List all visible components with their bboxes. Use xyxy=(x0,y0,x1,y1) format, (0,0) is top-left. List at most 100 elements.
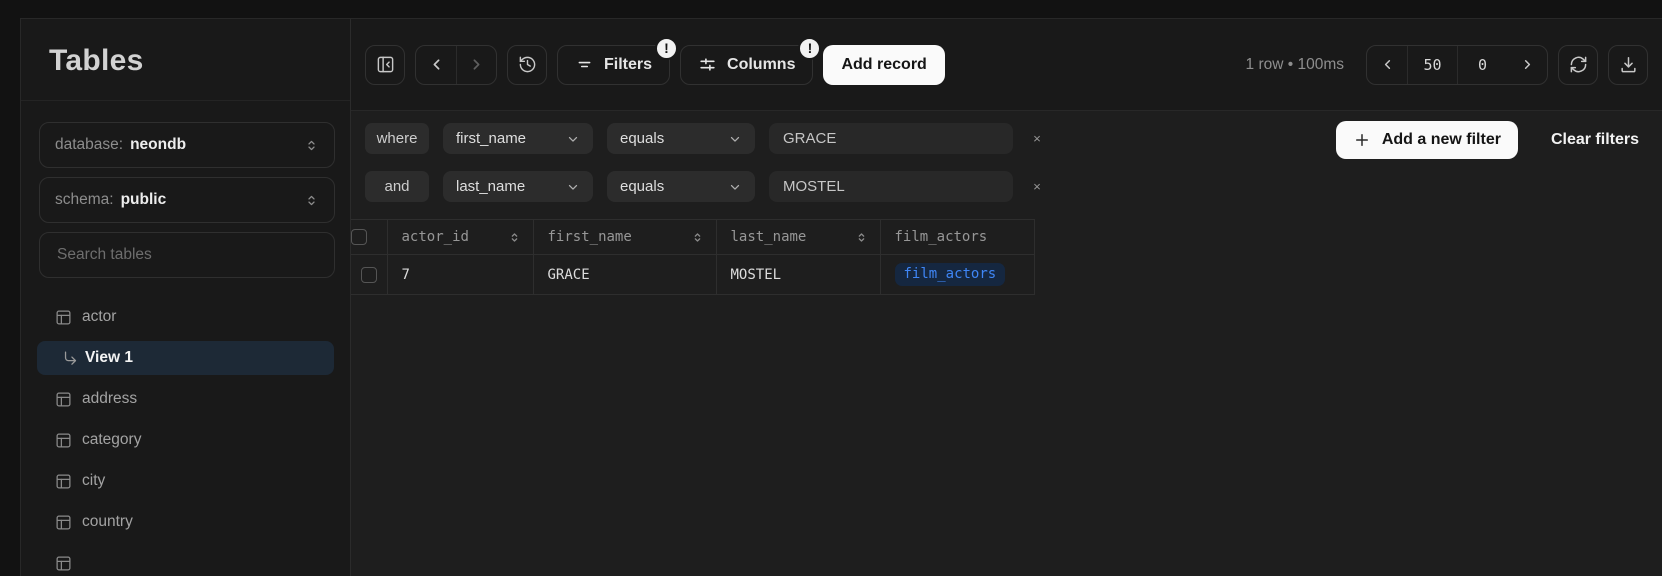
sliders-icon xyxy=(698,55,717,74)
corner-down-right-icon xyxy=(62,350,79,367)
add-record-button[interactable]: Add record xyxy=(823,45,944,85)
search-tables-box xyxy=(39,232,335,278)
page-size-field[interactable]: 50 xyxy=(1407,46,1457,84)
schema-select[interactable]: schema: public xyxy=(39,177,335,223)
chevron-down-icon xyxy=(728,180,742,194)
filter-conjunction-chip: where xyxy=(365,123,429,154)
add-filter-button[interactable]: Add a new filter xyxy=(1336,121,1518,159)
filters-button-label: Filters xyxy=(604,56,652,74)
history-icon xyxy=(518,55,537,74)
history-nav-group xyxy=(415,45,497,85)
table-icon xyxy=(55,514,72,531)
plus-icon xyxy=(1353,131,1371,149)
sidebar-item-actor[interactable]: actor xyxy=(37,300,334,334)
search-tables-input[interactable] xyxy=(55,245,319,265)
sidebar-item-partial[interactable] xyxy=(37,546,334,576)
result-status: 1 row • 100ms xyxy=(1246,56,1356,74)
row-select-cell xyxy=(351,255,387,295)
prev-page-button[interactable] xyxy=(1367,46,1407,84)
chevron-left-icon xyxy=(1380,57,1395,72)
database-select-label: database: xyxy=(55,136,123,154)
column-header-label: actor_id xyxy=(402,229,469,245)
column-header-actor-id[interactable]: actor_id xyxy=(387,220,533,255)
chevron-left-icon xyxy=(428,56,445,73)
column-header-film-actors: film_actors xyxy=(880,220,1034,255)
sidebar-item-address[interactable]: address xyxy=(37,382,334,416)
filter-operator-select[interactable]: equals xyxy=(607,123,755,154)
sidebar-item-label: category xyxy=(82,431,141,449)
sort-chevrons-icon[interactable] xyxy=(508,231,521,244)
column-header-label: film_actors xyxy=(895,229,988,245)
chevron-down-icon xyxy=(566,180,580,194)
cell-film-actors: film_actors xyxy=(880,255,1034,295)
clear-filters-button[interactable]: Clear filters xyxy=(1545,130,1645,150)
columns-button[interactable]: Columns ! xyxy=(680,45,813,85)
chevron-down-icon xyxy=(566,132,580,146)
columns-button-label: Columns xyxy=(727,56,795,74)
page-title: Tables xyxy=(49,45,322,77)
table-header-row: actor_id first_name last_name film_ xyxy=(351,220,1034,255)
download-icon xyxy=(1619,55,1638,74)
cell-actor-id[interactable]: 7 xyxy=(387,255,533,295)
updown-chevrons-icon xyxy=(304,138,319,153)
table-row: 7 GRACE MOSTEL film_actors xyxy=(351,255,1034,295)
refresh-button[interactable] xyxy=(1558,45,1598,85)
row-checkbox[interactable] xyxy=(361,267,377,283)
column-header-last-name[interactable]: last_name xyxy=(716,220,880,255)
updown-chevrons-icon xyxy=(304,193,319,208)
sidebar-item-label: View 1 xyxy=(85,349,133,367)
filter-operator-select[interactable]: equals xyxy=(607,171,755,202)
sort-chevrons-icon[interactable] xyxy=(855,231,868,244)
film-actors-relation-link[interactable]: film_actors xyxy=(895,263,1006,286)
table-icon xyxy=(55,555,72,572)
filter-column-select[interactable]: first_name xyxy=(443,123,593,154)
sidebar-item-view-1[interactable]: View 1 xyxy=(37,341,334,375)
filter-column-value: first_name xyxy=(456,130,526,147)
sidebar-item-label: actor xyxy=(82,308,116,326)
column-header-first-name[interactable]: first_name xyxy=(533,220,716,255)
schema-select-label: schema: xyxy=(55,191,114,209)
table-icon xyxy=(55,309,72,326)
pagination-group: 50 0 xyxy=(1366,45,1548,85)
content-area: where first_name equals × and las xyxy=(351,111,1662,576)
next-page-button[interactable] xyxy=(1507,46,1547,84)
table-icon xyxy=(55,473,72,490)
table-icon xyxy=(55,391,72,408)
filter-column-select[interactable]: last_name xyxy=(443,171,593,202)
query-history-button[interactable] xyxy=(507,45,547,85)
panel-left-close-icon xyxy=(376,55,395,74)
columns-alert-badge: ! xyxy=(798,37,821,60)
sidebar-controls: database: neondb schema: public xyxy=(21,101,350,288)
select-all-checkbox[interactable] xyxy=(351,229,367,245)
sidebar-item-label: country xyxy=(82,513,133,531)
remove-filter-button[interactable]: × xyxy=(1027,177,1047,197)
download-button[interactable] xyxy=(1608,45,1648,85)
chevron-right-icon xyxy=(1520,57,1535,72)
sidebar-item-country[interactable]: country xyxy=(37,505,334,539)
sidebar-item-category[interactable]: category xyxy=(37,423,334,457)
filters-alert-badge: ! xyxy=(655,37,678,60)
remove-filter-button[interactable]: × xyxy=(1027,129,1047,149)
app-window: Tables database: neondb schema: public a… xyxy=(20,18,1662,576)
filters-button[interactable]: Filters ! xyxy=(557,45,670,85)
forward-button[interactable] xyxy=(456,46,496,84)
filter-value-input[interactable] xyxy=(769,123,1013,154)
sort-chevrons-icon[interactable] xyxy=(691,231,704,244)
column-header-label: first_name xyxy=(548,229,632,245)
sidebar: Tables database: neondb schema: public a… xyxy=(21,19,351,576)
refresh-icon xyxy=(1569,55,1588,74)
sidebar-item-label: address xyxy=(82,390,137,408)
cell-first-name[interactable]: GRACE xyxy=(533,255,716,295)
page-offset-field[interactable]: 0 xyxy=(1457,46,1507,84)
sidebar-item-city[interactable]: city xyxy=(37,464,334,498)
chevron-down-icon xyxy=(728,132,742,146)
cell-last-name[interactable]: MOSTEL xyxy=(716,255,880,295)
filter-value-input[interactable] xyxy=(769,171,1013,202)
back-button[interactable] xyxy=(416,46,456,84)
database-select[interactable]: database: neondb xyxy=(39,122,335,168)
collapse-sidebar-button[interactable] xyxy=(365,45,405,85)
filter-row: and last_name equals × xyxy=(365,171,1648,202)
results-table: actor_id first_name last_name film_ xyxy=(351,219,1035,295)
main-area: Filters ! Columns ! Add record 1 row • 1… xyxy=(351,19,1662,576)
filter-conjunction-chip: and xyxy=(365,171,429,202)
